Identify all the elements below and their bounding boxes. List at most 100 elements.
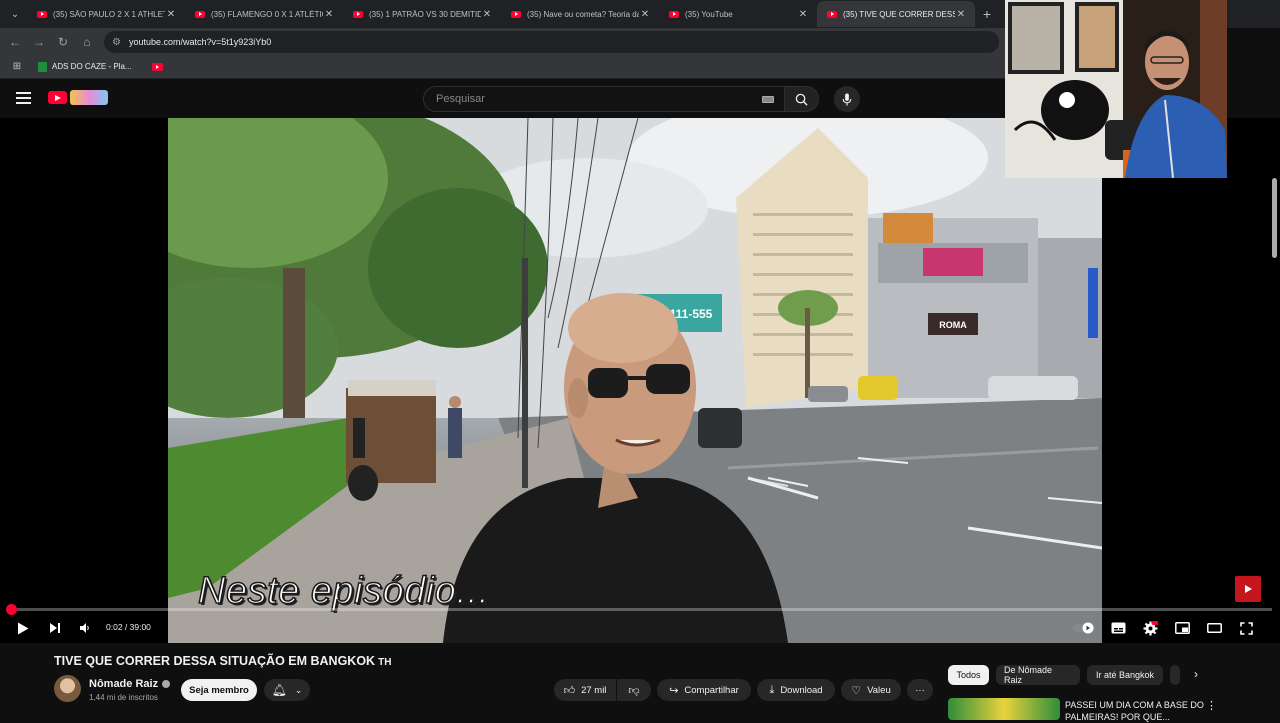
watch-metadata: TIVE QUE CORRER DESSA SITUAÇÃO EM BANGKO…	[0, 643, 1280, 723]
youtube-logo-icon[interactable]	[48, 91, 67, 104]
subscriber-count: 1,44 mi de inscritos	[89, 693, 158, 702]
like-button[interactable]: 👍︎ 27 mil	[554, 679, 616, 701]
tab-title: (35) TIVE QUE CORRER DESSA S	[843, 9, 955, 19]
chip-partial[interactable]	[1170, 665, 1180, 685]
close-tab-icon[interactable]: ✕	[797, 9, 809, 20]
browser-tab-active[interactable]: (35) TIVE QUE CORRER DESSA S✕	[817, 1, 975, 27]
youtube-favicon-icon	[195, 10, 205, 18]
close-tab-icon[interactable]: ✕	[323, 9, 335, 20]
channel-name-text: Nômade Raiz	[89, 678, 159, 690]
bookmarks-bar: ⊞ ADS DO CAZE - Pla...	[0, 55, 1005, 79]
notifications-button[interactable]: 🔔︎ ⌄	[264, 679, 310, 701]
bell-icon: 🔔︎	[271, 683, 287, 697]
miniplayer-icon	[1174, 622, 1190, 634]
skip-next-icon	[50, 623, 60, 633]
youtube-bookmark-icon[interactable]	[151, 62, 163, 71]
flag-suffix: TH	[378, 657, 392, 668]
url-field[interactable]: ⚙ youtube.com/watch?v=5t1y923iYb0	[104, 31, 999, 53]
download-button[interactable]: ⤓ Download	[757, 679, 835, 701]
video-scene-image: ROMA 099-111-555	[168, 118, 1102, 643]
miniplayer-button[interactable]	[1173, 618, 1191, 638]
progress-scrubber[interactable]	[6, 604, 18, 615]
bookmark-item[interactable]: ADS DO CAZE - Pla...	[38, 61, 132, 72]
youtube-favicon-icon	[353, 10, 363, 18]
volume-icon	[80, 623, 89, 633]
chip-channel[interactable]: De Nômade Raiz	[996, 665, 1080, 685]
progress-bar[interactable]	[6, 604, 1272, 615]
page-scrollbar[interactable]	[1270, 178, 1278, 608]
thanks-label: Valeu	[867, 684, 891, 696]
webcam-image	[1005, 0, 1227, 178]
play-icon	[18, 622, 29, 634]
browser-tab[interactable]: (35) 1 PATRÃO VS 30 DEMITIDOS✕	[343, 1, 501, 27]
browser-tab[interactable]: (35) FLAMENGO 0 X 1 ATLÉTICO ✕	[185, 1, 343, 27]
recommendation-thumbnail[interactable]	[948, 698, 1060, 720]
scrollbar-thumb[interactable]	[1272, 178, 1277, 258]
back-arrow-icon[interactable]: ←	[3, 30, 27, 54]
close-tab-icon[interactable]: ✕	[639, 9, 651, 20]
join-button[interactable]: Seja membro	[181, 679, 257, 701]
home-icon[interactable]: ⌂	[75, 30, 99, 54]
search-button[interactable]	[785, 86, 819, 112]
fullscreen-button[interactable]	[1237, 618, 1255, 638]
keyboard-icon[interactable]	[762, 96, 774, 103]
new-tab-button[interactable]: +	[975, 6, 999, 22]
url-text: youtube.com/watch?v=5t1y923iYb0	[128, 37, 272, 47]
video-frame[interactable]: ROMA 099-111-555 Neste episódio...	[168, 118, 1102, 643]
search-input[interactable]: Pesquisar	[423, 86, 785, 112]
next-video-button[interactable]	[45, 618, 65, 638]
bookmark-label: ADS DO CAZE - Pla...	[52, 62, 132, 71]
settings-button[interactable]	[1141, 618, 1159, 638]
close-tab-icon[interactable]: ✕	[165, 9, 177, 20]
share-label: Compartilhar	[684, 684, 739, 696]
more-actions-button[interactable]: ···	[907, 679, 933, 701]
reload-icon[interactable]: ↻	[51, 30, 75, 54]
youtube-doodle-logo[interactable]	[70, 90, 108, 105]
time-display: 0:02 / 39:00	[106, 622, 151, 632]
search-placeholder: Pesquisar	[436, 93, 485, 105]
dislike-button[interactable]: 👎︎	[617, 679, 651, 701]
autoplay-toggle[interactable]	[1072, 618, 1096, 638]
site-info-icon[interactable]: ⚙	[112, 37, 121, 48]
close-tab-icon[interactable]: ✕	[955, 9, 967, 20]
thumbs-down-icon: 👎︎	[628, 684, 640, 697]
theater-mode-button[interactable]	[1205, 618, 1223, 638]
microphone-icon	[842, 92, 852, 106]
webcam-overlay	[1005, 0, 1227, 178]
sheets-icon	[38, 61, 47, 72]
channel-name[interactable]: Nômade Raiz	[89, 678, 171, 690]
channel-watermark-button[interactable]	[1235, 576, 1261, 602]
more-vert-icon[interactable]: ⋮	[1206, 699, 1217, 712]
fullscreen-icon	[1239, 621, 1253, 635]
tab-search-chevron-icon[interactable]: ⌄	[3, 2, 27, 26]
channel-avatar[interactable]	[54, 675, 81, 702]
verified-badge-icon	[162, 680, 171, 688]
youtube-favicon-icon	[511, 10, 521, 18]
tab-title: (35) Nave ou cometa? Teoria da	[527, 9, 639, 19]
chip-todos[interactable]: Todos	[948, 665, 989, 685]
youtube-favicon-icon	[827, 10, 837, 18]
address-toolbar: ← → ↻ ⌂ ⚙ youtube.com/watch?v=5t1y923iYb…	[0, 28, 1005, 55]
menu-icon[interactable]	[16, 92, 31, 104]
voice-search-button[interactable]	[834, 86, 860, 112]
forward-arrow-icon[interactable]: →	[27, 30, 51, 54]
share-icon: ↪	[669, 684, 679, 697]
browser-tab[interactable]: (35) SÃO PAULO 2 X 1 ATHLETIC ✕	[27, 1, 185, 27]
browser-tab[interactable]: (35) YouTube ✕	[659, 1, 817, 27]
chevron-right-icon[interactable]: ›	[1194, 667, 1198, 681]
chip-bangkok[interactable]: Ir até Bangkok	[1087, 665, 1163, 685]
super-thanks-icon: ♡	[851, 684, 862, 697]
subtitles-button[interactable]	[1109, 618, 1127, 638]
browser-tab[interactable]: (35) Nave ou cometa? Teoria da ✕	[501, 1, 659, 27]
video-player[interactable]: ROMA 099-111-555 Neste episódio... 0:02 …	[0, 118, 1280, 643]
mute-button[interactable]	[76, 618, 94, 638]
close-tab-icon[interactable]: ✕	[481, 9, 493, 20]
youtube-favicon-icon	[669, 10, 679, 18]
download-icon: ⤓	[769, 683, 775, 696]
share-button[interactable]: ↪ Compartilhar	[657, 679, 751, 701]
recommendation-title[interactable]: PASSEI UM DIA COM A BASE DO PALMEIRAS! P…	[1065, 699, 1205, 723]
video-caption: Neste episódio...	[197, 569, 490, 613]
thanks-button[interactable]: ♡ Valeu	[841, 679, 901, 701]
play-button[interactable]	[13, 618, 33, 638]
apps-grid-icon[interactable]: ⊞	[6, 61, 28, 72]
